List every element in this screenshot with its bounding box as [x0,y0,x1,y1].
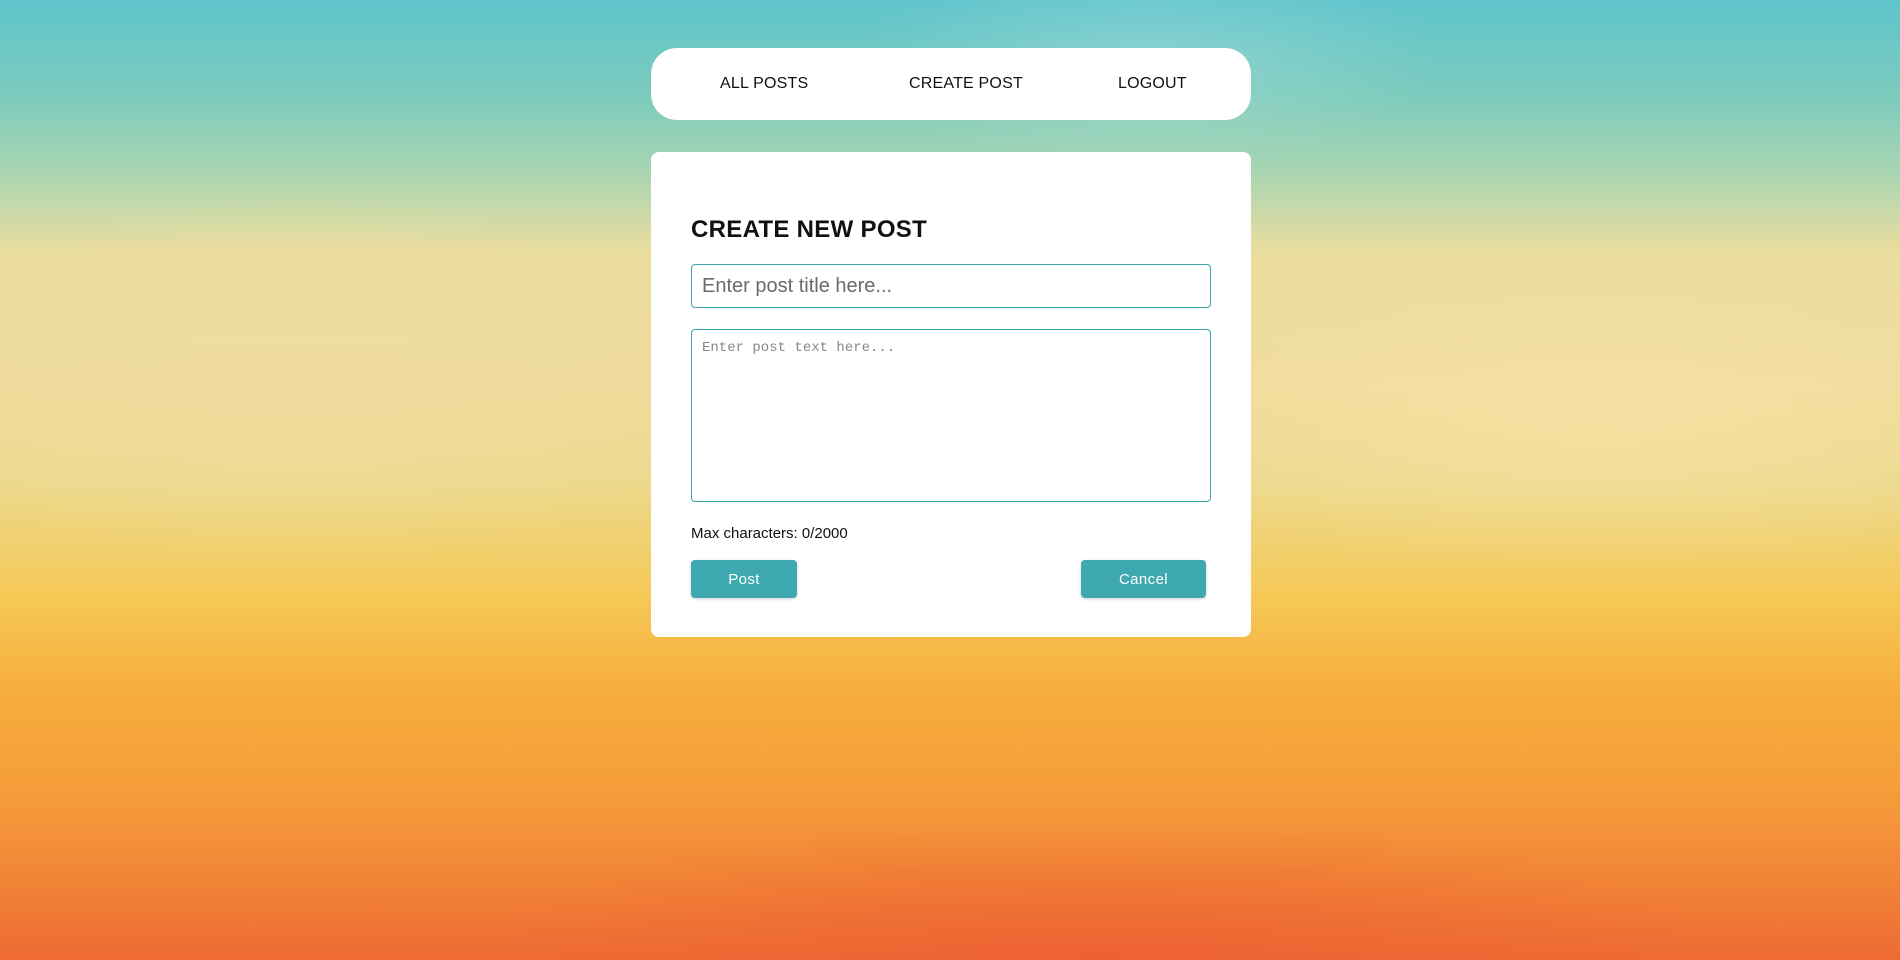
nav-create-post[interactable]: CREATE POST [909,48,1023,120]
create-post-card: CREATE NEW POST Max characters: 0/2000 P… [651,152,1251,637]
char-count-label: Max characters: 0/2000 [691,525,848,542]
nav-all-posts[interactable]: ALL POSTS [720,48,808,120]
cancel-button[interactable]: Cancel [1081,560,1206,598]
post-text-input[interactable] [691,329,1211,502]
nav-logout[interactable]: LOGOUT [1118,48,1187,120]
top-nav: ALL POSTS CREATE POST LOGOUT [651,48,1251,120]
page-title: CREATE NEW POST [691,216,928,243]
post-title-input[interactable] [691,264,1211,308]
post-button[interactable]: Post [691,560,797,598]
